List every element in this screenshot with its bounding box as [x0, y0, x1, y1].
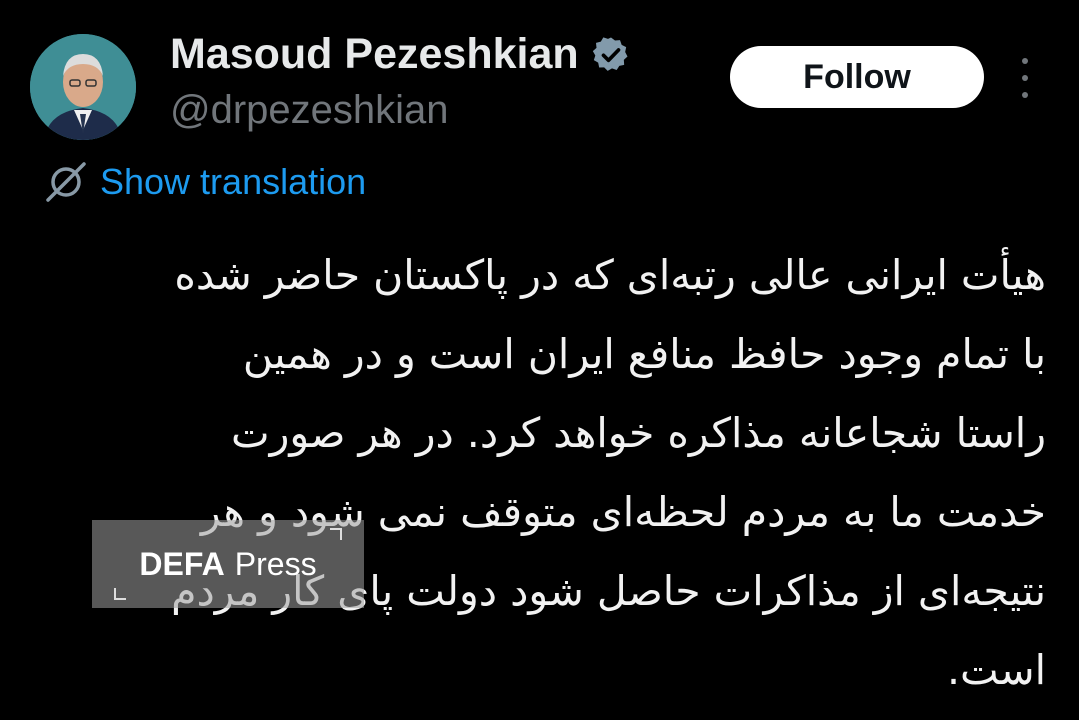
verified-badge-icon[interactable] [591, 35, 631, 75]
watermark-text: Press [234, 545, 317, 582]
more-dot [1022, 75, 1028, 81]
author-handle[interactable]: @drpezeshkian [170, 88, 449, 133]
author-display-name[interactable]: Masoud Pezeshkian [170, 30, 579, 79]
watermark-corner [330, 528, 342, 540]
more-dot [1022, 92, 1028, 98]
watermark-brand: DEFA [139, 545, 225, 582]
tweet-text-line: با تمام وجود حافظ منافع ایران است و در ه… [242, 330, 1046, 378]
watermark-corner [114, 588, 126, 600]
author-name-row[interactable]: Masoud Pezeshkian [170, 30, 631, 79]
follow-button[interactable]: Follow [730, 46, 984, 108]
show-translation-link[interactable]: Show translation [44, 160, 366, 204]
show-translation-label[interactable]: Show translation [100, 161, 366, 203]
profile-avatar[interactable] [30, 34, 136, 140]
tweet-text-line: هیأت ایرانی عالی رتبه‌ای که در پاکستان ح… [174, 251, 1046, 299]
tweet-text: هیأت ایرانی عالی رتبه‌ای که در پاکستان ح… [36, 236, 1046, 710]
tweet-text-line: است. [946, 646, 1046, 694]
defa-press-watermark: DEFA Press [92, 520, 364, 608]
more-options-icon[interactable] [1008, 58, 1042, 98]
tweet-text-line: راستا شجاعانه مذاکره خواهد کرد. در هر صو… [231, 409, 1046, 457]
translate-icon [44, 160, 88, 204]
more-dot [1022, 58, 1028, 64]
